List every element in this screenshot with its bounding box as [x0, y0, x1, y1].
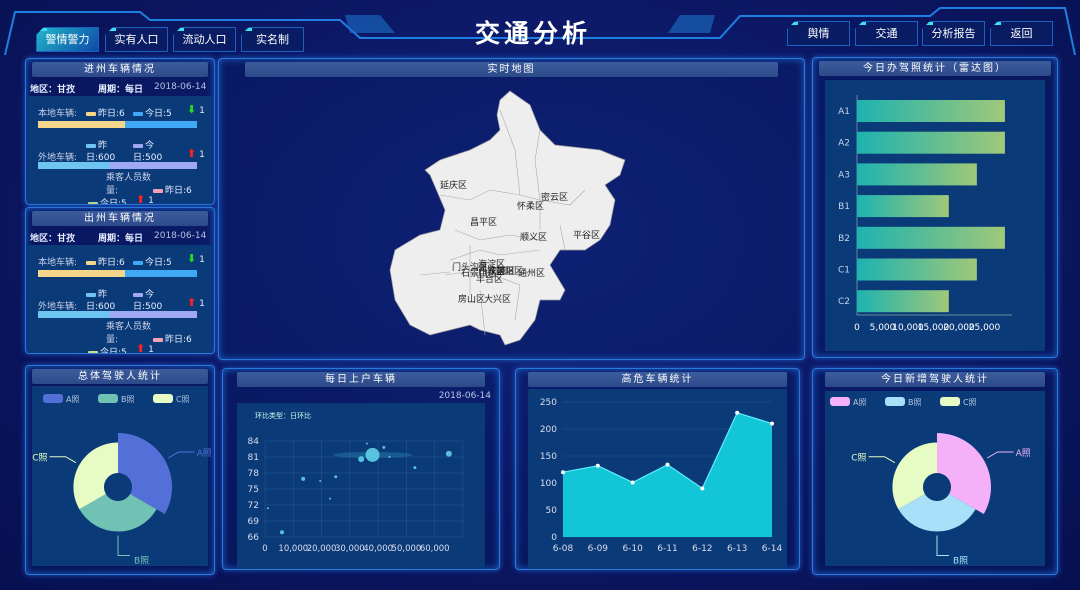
panel-title: 今日办驾照统计（雷达图）	[819, 61, 1051, 76]
legend-label[interactable]: C照	[963, 398, 977, 407]
district-label[interactable]: 密云区	[541, 190, 568, 203]
legend-label[interactable]: A照	[853, 398, 866, 407]
district-label[interactable]: 怀柔区	[517, 199, 544, 212]
legend-label[interactable]: C照	[176, 395, 190, 404]
license-today-panel: 今日办驾照统计（雷达图）	[812, 57, 1058, 358]
legend-label[interactable]: B照	[908, 398, 922, 407]
district-label[interactable]: 平谷区	[573, 228, 600, 241]
legend-swatch[interactable]	[940, 397, 960, 406]
legend-swatch[interactable]	[153, 394, 173, 403]
panel-title: 高危车辆统计	[528, 372, 787, 387]
district-label[interactable]: 房山区	[458, 292, 485, 305]
panel-title: 每日上户车辆	[237, 372, 485, 387]
slice-label: A照	[197, 448, 212, 459]
slice-label: B照	[134, 556, 149, 567]
legend-swatch[interactable]	[885, 397, 905, 406]
daily-accounts-panel: 每日上户车辆 2018-06-14 环比类型：日环比	[222, 368, 500, 570]
legend-label[interactable]: A照	[66, 395, 79, 404]
legend-swatch[interactable]	[98, 394, 118, 403]
legend-swatch[interactable]	[43, 394, 63, 403]
slice-label: A照	[1016, 448, 1031, 459]
slice-label: B照	[953, 556, 968, 567]
slice-label: C照	[32, 453, 47, 464]
date-label: 2018-06-14	[438, 391, 491, 401]
district-label[interactable]: 大兴区	[484, 292, 511, 305]
drivers-new-chart: A照 B照 C照 A照 B照 C照	[830, 397, 1031, 567]
map-region[interactable]	[389, 90, 626, 346]
district-label[interactable]: 通州区	[518, 266, 545, 279]
slice-label: C照	[851, 453, 866, 464]
pie-slice[interactable]	[73, 442, 118, 510]
pie-slice[interactable]	[892, 442, 937, 510]
high-risk-panel: 高危车辆统计	[515, 368, 800, 570]
district-label[interactable]: 顺义区	[520, 230, 547, 243]
legend-label[interactable]: B照	[121, 395, 135, 404]
legend-swatch[interactable]	[830, 397, 850, 406]
district-label[interactable]: 丰台区	[476, 272, 503, 285]
district-label[interactable]: 昌平区	[470, 215, 497, 228]
ratio-type-label: 环比类型：日环比	[255, 412, 311, 420]
drivers-total-chart: A照 B照 C照 A照 B照 C照	[32, 394, 212, 567]
district-label[interactable]: 延庆区	[440, 178, 467, 191]
